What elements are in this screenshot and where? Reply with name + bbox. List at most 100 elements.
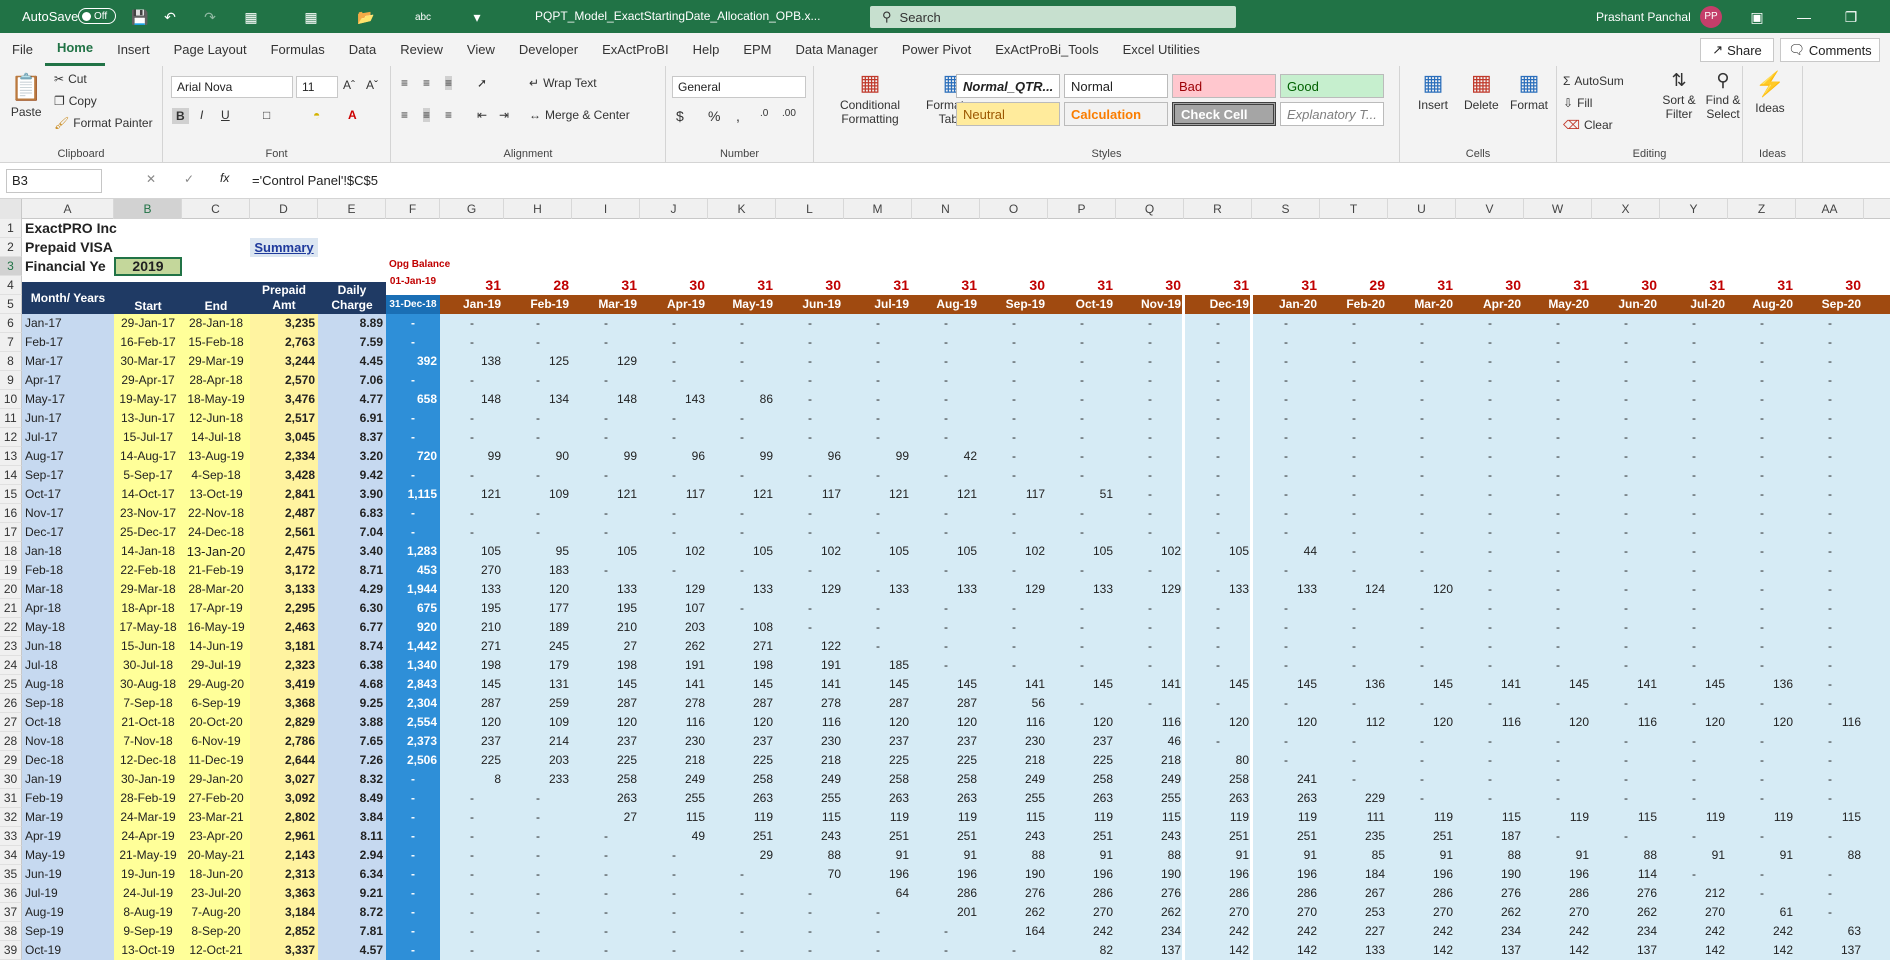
month-year[interactable]: Jan-17 xyxy=(22,314,114,333)
monthly-allocation[interactable]: - xyxy=(1388,409,1456,428)
monthly-allocation[interactable]: - xyxy=(1592,485,1660,504)
percent-icon[interactable]: % xyxy=(708,108,720,124)
monthly-allocation[interactable]: - xyxy=(1796,884,1864,903)
monthly-allocation[interactable]: 276 xyxy=(1116,884,1184,903)
monthly-allocation[interactable]: - xyxy=(1660,447,1728,466)
monthly-allocation[interactable]: - xyxy=(1456,352,1524,371)
monthly-allocation[interactable]: - xyxy=(1660,485,1728,504)
monthly-allocation[interactable]: 258 xyxy=(572,770,640,789)
monthly-allocation[interactable]: - xyxy=(1592,428,1660,447)
monthly-allocation[interactable]: 119 xyxy=(1184,808,1252,827)
month-year[interactable]: May-18 xyxy=(22,618,114,637)
monthly-allocation[interactable]: 141 xyxy=(640,675,708,694)
monthly-allocation[interactable]: 133 xyxy=(844,580,912,599)
monthly-allocation[interactable]: - xyxy=(640,466,708,485)
monthly-allocation[interactable]: 185 xyxy=(844,656,912,675)
format-painter-button[interactable]: 🖌 Format Painter xyxy=(54,116,153,130)
month-year[interactable]: Nov-18 xyxy=(22,732,114,751)
days-in-month[interactable]: 31 xyxy=(1388,276,1456,295)
start-date[interactable]: 17-May-18 xyxy=(114,618,182,637)
start-date[interactable]: 12-Dec-18 xyxy=(114,751,182,770)
daily-charge[interactable]: 7.26 xyxy=(318,751,386,770)
monthly-allocation[interactable]: 196 xyxy=(1524,865,1592,884)
monthly-allocation[interactable]: 242 xyxy=(1388,922,1456,941)
end-date[interactable]: 17-Apr-19 xyxy=(182,599,250,618)
monthly-allocation[interactable]: - xyxy=(1524,390,1592,409)
monthly-allocation[interactable]: - xyxy=(1456,694,1524,713)
daily-charge[interactable]: 4.29 xyxy=(318,580,386,599)
monthly-allocation[interactable]: - xyxy=(912,390,980,409)
column-header[interactable]: W xyxy=(1524,199,1592,219)
style-calculation[interactable]: Calculation xyxy=(1064,102,1168,126)
monthly-allocation[interactable]: 91 xyxy=(1660,846,1728,865)
prepaid-amount[interactable]: 3,419 xyxy=(250,675,318,694)
monthly-allocation[interactable]: 262 xyxy=(640,637,708,656)
monthly-allocation[interactable]: 133 xyxy=(912,580,980,599)
daily-charge[interactable]: 8.49 xyxy=(318,789,386,808)
monthly-allocation[interactable]: 287 xyxy=(572,694,640,713)
monthly-allocation[interactable]: 141 xyxy=(980,675,1048,694)
share-button[interactable]: ↗ Share xyxy=(1700,38,1774,62)
monthly-allocation[interactable]: 142 xyxy=(1660,941,1728,960)
monthly-allocation[interactable]: - xyxy=(1388,523,1456,542)
monthly-allocation[interactable]: - xyxy=(1388,542,1456,561)
monthly-allocation[interactable]: - xyxy=(572,523,640,542)
row-header[interactable]: 36 xyxy=(0,884,22,903)
monthly-allocation[interactable]: - xyxy=(1728,694,1796,713)
monthly-allocation[interactable]: - xyxy=(1592,447,1660,466)
monthly-allocation[interactable]: 258 xyxy=(912,770,980,789)
quick-access-icon[interactable]: ▦ xyxy=(240,6,262,28)
monthly-allocation[interactable]: - xyxy=(504,428,572,447)
opening-balance[interactable]: - xyxy=(386,428,440,447)
monthly-allocation[interactable]: 131 xyxy=(504,675,572,694)
monthly-allocation[interactable]: 243 xyxy=(1116,827,1184,846)
monthly-allocation[interactable]: - xyxy=(1524,352,1592,371)
monthly-allocation[interactable]: 91 xyxy=(1252,846,1320,865)
monthly-allocation[interactable]: 196 xyxy=(1252,865,1320,884)
month-year[interactable]: Dec-17 xyxy=(22,523,114,542)
monthly-allocation[interactable]: 242 xyxy=(1048,922,1116,941)
monthly-allocation[interactable]: - xyxy=(708,504,776,523)
monthly-allocation[interactable]: 102 xyxy=(640,542,708,561)
end-date[interactable]: 18-May-19 xyxy=(182,390,250,409)
monthly-allocation[interactable]: 91 xyxy=(1184,846,1252,865)
opening-balance[interactable]: 2,304 xyxy=(386,694,440,713)
monthly-allocation[interactable]: - xyxy=(572,561,640,580)
daily-charge[interactable]: 7.59 xyxy=(318,333,386,352)
monthly-allocation[interactable]: - xyxy=(1388,428,1456,447)
row-header[interactable]: 20 xyxy=(0,580,22,599)
minimize-icon[interactable]: — xyxy=(1793,6,1815,28)
name-box[interactable]: B3 xyxy=(6,169,102,193)
monthly-allocation[interactable]: 137 xyxy=(1456,941,1524,960)
monthly-allocation[interactable]: - xyxy=(572,314,640,333)
monthly-allocation[interactable]: - xyxy=(776,390,844,409)
monthly-allocation[interactable]: - xyxy=(1592,694,1660,713)
daily-charge[interactable]: 9.21 xyxy=(318,884,386,903)
monthly-allocation[interactable]: - xyxy=(1048,523,1116,542)
monthly-allocation[interactable]: - xyxy=(504,922,572,941)
monthly-allocation[interactable]: - xyxy=(1728,884,1796,903)
prepaid-amount[interactable]: 2,852 xyxy=(250,922,318,941)
row-header[interactable]: 1 xyxy=(0,219,22,238)
column-header[interactable]: AA xyxy=(1796,199,1864,219)
monthly-allocation[interactable]: - xyxy=(640,865,708,884)
monthly-allocation[interactable]: - xyxy=(1660,333,1728,352)
monthly-allocation[interactable]: 198 xyxy=(572,656,640,675)
monthly-allocation[interactable]: - xyxy=(844,903,912,922)
monthly-allocation[interactable]: 142 xyxy=(1728,941,1796,960)
daily-charge[interactable]: 6.34 xyxy=(318,865,386,884)
month-year[interactable]: Oct-18 xyxy=(22,713,114,732)
monthly-allocation[interactable]: 270 xyxy=(1660,903,1728,922)
start-date[interactable]: 29-Mar-18 xyxy=(114,580,182,599)
monthly-allocation[interactable]: 115 xyxy=(980,808,1048,827)
opening-balance[interactable]: - xyxy=(386,371,440,390)
start-date[interactable]: 14-Oct-17 xyxy=(114,485,182,504)
monthly-allocation[interactable]: - xyxy=(708,599,776,618)
monthly-allocation[interactable]: 145 xyxy=(1524,675,1592,694)
column-header[interactable]: G xyxy=(440,199,504,219)
monthly-allocation[interactable]: 105 xyxy=(572,542,640,561)
monthly-allocation[interactable]: 179 xyxy=(504,656,572,675)
monthly-allocation[interactable]: - xyxy=(1796,770,1864,789)
conditional-formatting-button[interactable]: ▦ Conditional Formatting xyxy=(824,70,916,126)
end-date[interactable]: 13-Jan-20 xyxy=(182,542,250,561)
